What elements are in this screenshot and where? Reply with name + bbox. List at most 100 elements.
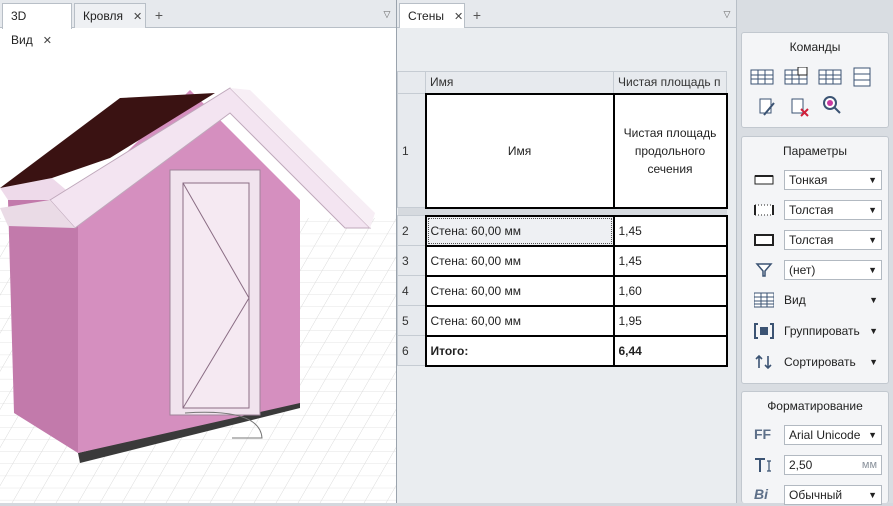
schedule-pane: Стены ✕ + ▽ Имя Чистая площадь п 1 Имя Чи… (397, 0, 736, 503)
select-value: Обычный (789, 488, 843, 502)
table-row-total: 6 Итого: 6,44 (397, 334, 728, 367)
view-row[interactable]: Вид ▼ (750, 289, 882, 311)
properties-pane: Команды Параметры Тонкая ▼ Толстая ▼ Толст… (736, 0, 893, 505)
tab-3d-view[interactable]: 3D Вид ✕ (2, 3, 72, 47)
tab-roof[interactable]: Кровля ✕ (74, 3, 146, 28)
commands-panel: Команды (741, 32, 889, 128)
dropdown-arrow-icon: ▼ (869, 295, 878, 305)
menu-label: Вид (784, 293, 806, 307)
select-value: (нет) (789, 263, 816, 277)
dropdown-arrow-icon: ▼ (869, 326, 878, 336)
table-cell[interactable]: 1,60 (612, 274, 728, 306)
sort-dropdown[interactable]: Сортировать ▼ (784, 353, 882, 371)
dropdown-arrow-icon: ▼ (868, 430, 877, 440)
font-style-select[interactable]: Обычный ▼ (784, 485, 882, 505)
filter-icon (755, 263, 773, 277)
line-thick-select[interactable]: Толстая ▼ (784, 200, 882, 220)
delete-icon[interactable] (788, 97, 812, 117)
table-cell[interactable]: 1,95 (612, 304, 728, 336)
column-header[interactable]: Чистая площадь п (613, 71, 727, 94)
select-value: Arial Unicode (789, 428, 861, 442)
panel-title: Параметры (783, 144, 847, 158)
table-cell[interactable]: 1,45 (612, 244, 728, 276)
close-icon[interactable]: ✕ (133, 11, 142, 23)
border-dotted-icon (754, 204, 774, 216)
schedule-sheet[interactable]: Имя Чистая площадь п 1 Имя Чистая площад… (397, 28, 736, 503)
header-cell[interactable]: Чистая площадь продольного сечения (612, 92, 728, 209)
insert-rows-icon[interactable] (750, 67, 774, 87)
tab-menu-icon[interactable]: ▽ (380, 6, 394, 22)
total-label[interactable]: Итого: (424, 334, 614, 367)
dropdown-arrow-icon: ▼ (869, 357, 878, 367)
line-thin-row: Тонкая ▼ (750, 169, 882, 191)
select-value: Толстая (789, 203, 834, 217)
column-header[interactable]: Имя (425, 71, 614, 94)
panel-title: Форматирование (767, 399, 863, 413)
header-cell[interactable]: Имя (424, 92, 615, 209)
group-dropdown[interactable]: Группировать ▼ (784, 322, 882, 340)
sort-icon (755, 354, 772, 370)
add-tab-icon[interactable]: + (466, 5, 488, 25)
find-icon[interactable] (820, 95, 844, 115)
formatting-panel: Форматирование FF Arial Unicode ▼ 2,50 мм … (741, 391, 889, 505)
filter-select[interactable]: (нет) ▼ (784, 260, 882, 280)
mid-tab-bar: Стены ✕ + ▽ (397, 0, 736, 29)
panel-title: Команды (789, 40, 841, 54)
corner-cell (397, 71, 426, 94)
parameters-panel: Параметры Тонкая ▼ Толстая ▼ Толстая ▼ (нет… (741, 136, 889, 384)
dropdown-arrow-icon: ▼ (868, 205, 877, 215)
input-value: 2,50 (789, 458, 813, 472)
text-size-icon (755, 458, 771, 472)
close-icon[interactable]: ✕ (454, 11, 463, 23)
border-outline-icon (754, 234, 774, 246)
table-cell[interactable]: Стена: 60,00 мм (424, 274, 614, 306)
unit-label: мм (861, 459, 877, 471)
row-header[interactable]: 5 (397, 305, 426, 336)
row-header[interactable]: 3 (397, 245, 426, 276)
outline-thick-select[interactable]: Толстая ▼ (784, 230, 882, 250)
font-size-input[interactable]: 2,50 мм (784, 455, 882, 475)
tab-label: Кровля (83, 9, 123, 23)
row-header[interactable]: 4 (397, 275, 426, 306)
font-row: FF Arial Unicode ▼ (750, 424, 882, 446)
table-cell[interactable]: Стена: 60,00 мм (424, 214, 614, 246)
font-select[interactable]: Arial Unicode ▼ (784, 425, 882, 445)
sort-row[interactable]: Сортировать ▼ (750, 351, 882, 373)
select-value: Толстая (789, 233, 834, 247)
row-header[interactable]: 1 (397, 93, 426, 208)
table-cell[interactable]: Стена: 60,00 мм (424, 244, 614, 276)
table-row: 2 Стена: 60,00 мм 1,45 (397, 214, 728, 246)
table-cell[interactable]: 1,45 (612, 214, 728, 246)
table-row: 5 Стена: 60,00 мм 1,95 (397, 304, 728, 336)
section-gap (397, 207, 727, 216)
sort-cells-icon[interactable] (850, 67, 874, 87)
insert-column-icon[interactable] (784, 67, 808, 87)
add-tab-icon[interactable]: + (148, 5, 170, 25)
tab-menu-icon[interactable]: ▽ (720, 6, 734, 22)
3d-view-pane: 3D Вид ✕ Кровля ✕ + ▽ (0, 0, 397, 503)
3d-viewport[interactable] (0, 28, 396, 503)
select-value: Тонкая (789, 173, 828, 187)
line-thick2-row: Толстая ▼ (750, 229, 882, 251)
group-row[interactable]: Группировать ▼ (750, 320, 882, 342)
tab-label: Стены (408, 9, 444, 23)
line-thin-select[interactable]: Тонкая ▼ (784, 170, 882, 190)
dropdown-arrow-icon: ▼ (868, 175, 877, 185)
edit-icon[interactable] (756, 97, 780, 117)
line-thick1-row: Толстая ▼ (750, 199, 882, 221)
row-header[interactable]: 6 (397, 335, 426, 366)
font-family-icon: FF (754, 426, 772, 442)
delete-rows-icon[interactable] (818, 67, 842, 87)
walls-schedule-table: Имя Чистая площадь п 1 Имя Чистая площад… (397, 71, 728, 367)
view-grid-icon (754, 292, 774, 308)
menu-label: Группировать (784, 324, 860, 338)
table-cell[interactable]: Стена: 60,00 мм (424, 304, 614, 336)
border-line-icon (754, 175, 774, 185)
view-dropdown[interactable]: Вид ▼ (784, 291, 882, 309)
total-value[interactable]: 6,44 (612, 334, 728, 367)
tab-walls[interactable]: Стены ✕ (399, 3, 465, 29)
row-header[interactable]: 2 (397, 215, 426, 246)
dropdown-arrow-icon: ▼ (868, 490, 877, 500)
group-icon (754, 323, 774, 339)
dropdown-arrow-icon: ▼ (868, 235, 877, 245)
